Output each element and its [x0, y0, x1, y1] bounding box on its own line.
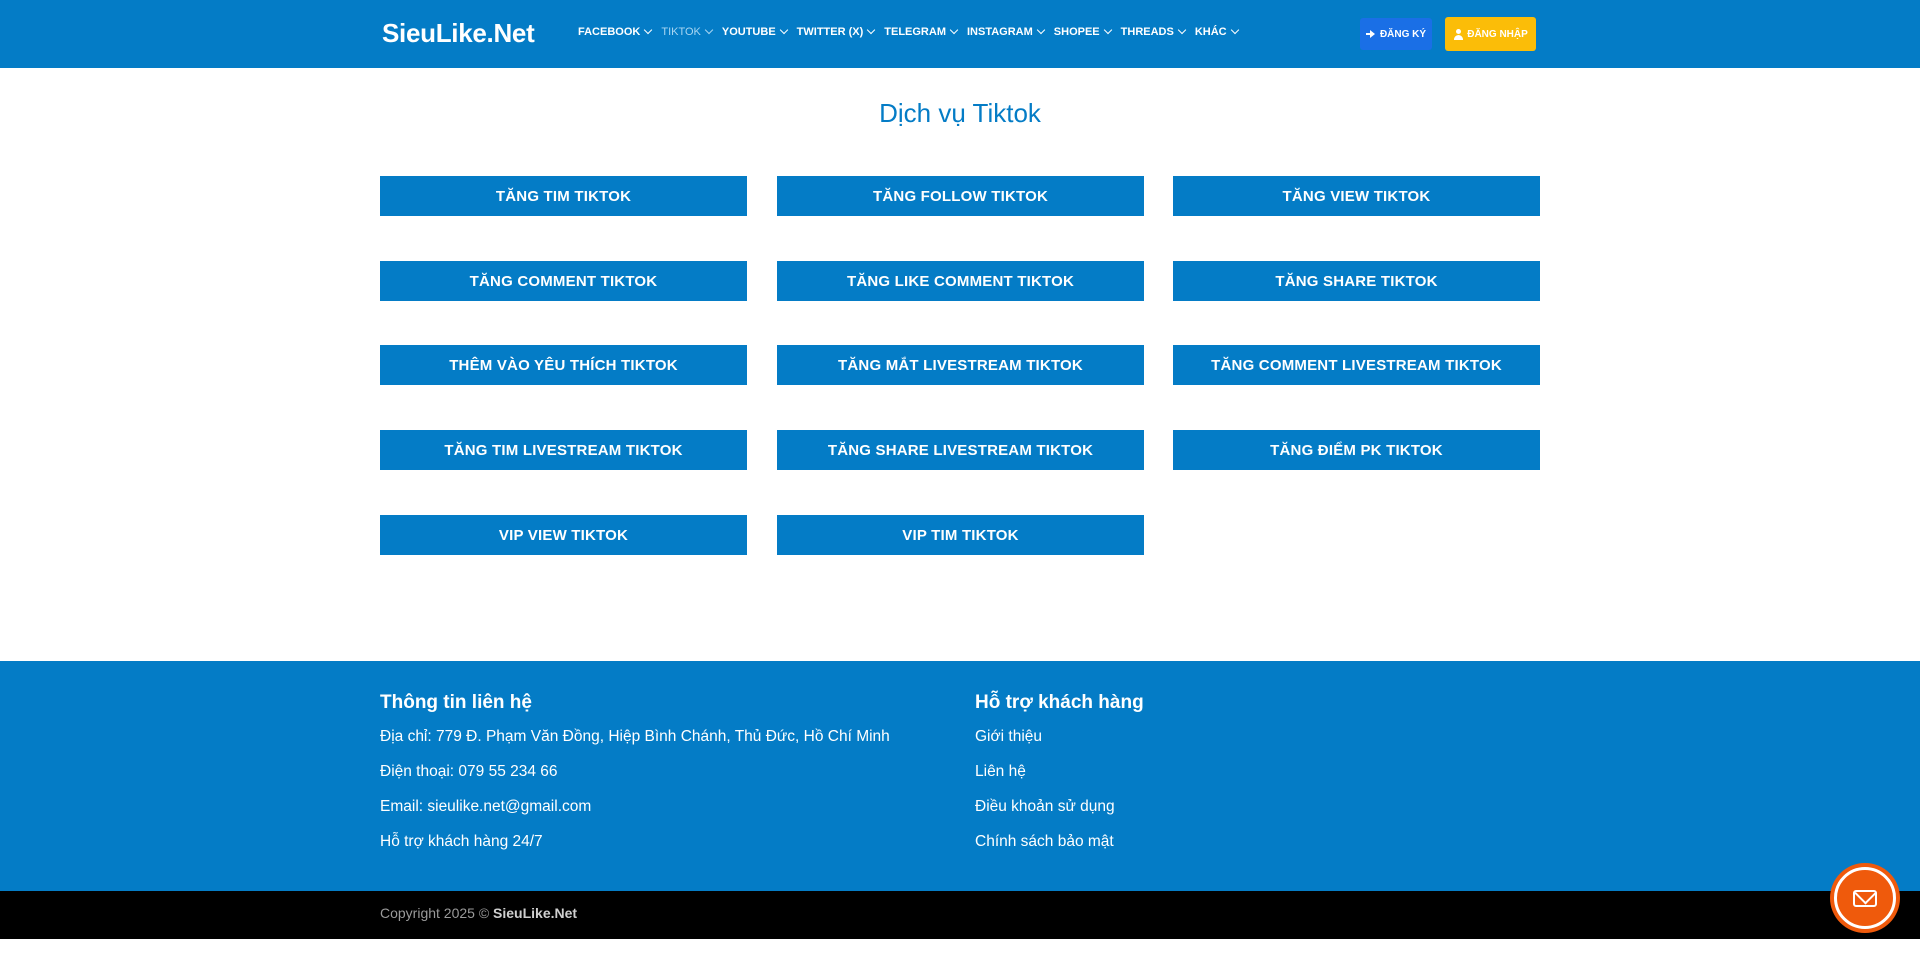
nav-item-twitter[interactable]: TWITTER (X) [796, 25, 876, 38]
service-button[interactable]: TĂNG VIEW TIKTOK [1173, 176, 1540, 216]
chat-button[interactable] [1830, 863, 1900, 933]
chevron-down-icon [1177, 25, 1187, 35]
service-button[interactable]: TĂNG TIM TIKTOK [380, 176, 747, 216]
mail-icon [1853, 889, 1877, 907]
service-button[interactable]: THÊM VÀO YÊU THÍCH TIKTOK [380, 345, 747, 385]
sign-in-icon [1365, 29, 1377, 39]
footer-link-terms[interactable]: Điều khoản sử dụng [975, 798, 1115, 816]
nav-item-telegram[interactable]: TELEGRAM [884, 25, 959, 38]
chevron-down-icon [949, 25, 959, 35]
contact-email: Email: sieulike.net@gmail.com [380, 798, 592, 815]
nav-item-label: SHOPEE [1053, 26, 1100, 38]
footer-link-about[interactable]: Giới thiệu [975, 728, 1042, 746]
service-button[interactable]: TĂNG LIKE COMMENT TIKTOK [777, 261, 1144, 301]
nav-item-youtube[interactable]: YOUTUBE [721, 25, 788, 38]
service-button[interactable]: TĂNG COMMENT TIKTOK [380, 261, 747, 301]
copyright-text: Copyright 2025 © SieuLike.Net [380, 905, 577, 921]
nav-item-label: TIKTOK [661, 26, 701, 38]
support-heading: Hỗ trợ khách hàng [975, 692, 1144, 713]
service-button[interactable]: TĂNG SHARE LIVESTREAM TIKTOK [777, 430, 1144, 470]
chevron-down-icon [867, 25, 876, 35]
nav-item-shopee[interactable]: SHOPEE [1053, 25, 1112, 38]
nav-item-label: FACEBOOK [578, 26, 641, 38]
register-button[interactable]: ĐĂNG KÝ [1360, 18, 1432, 50]
service-button[interactable]: VIP TIM TIKTOK [777, 515, 1144, 555]
service-button[interactable]: TĂNG SHARE TIKTOK [1173, 261, 1540, 301]
contact-support-hours: Hỗ trợ khách hàng 24/7 [380, 833, 543, 850]
footer-link-privacy[interactable]: Chính sách bảo mật [975, 833, 1114, 851]
contact-phone: Điện thoại: 079 55 234 66 [380, 763, 558, 780]
nav-item-label: TELEGRAM [884, 26, 946, 38]
nav-item-instagram[interactable]: INSTAGRAM [967, 25, 1046, 38]
service-button[interactable]: TĂNG COMMENT LIVESTREAM TIKTOK [1173, 345, 1540, 385]
nav-item-label: THREADS [1120, 26, 1174, 38]
nav-item-facebook[interactable]: FACEBOOK [578, 25, 653, 38]
nav-item-label: TWITTER (X) [796, 26, 864, 38]
service-button[interactable]: TĂNG ĐIỂM PK TIKTOK [1173, 430, 1540, 470]
footer-link-contact[interactable]: Liên hệ [975, 763, 1026, 781]
chevron-down-icon [1103, 25, 1112, 35]
site-logo[interactable]: SieuLike.Net [382, 18, 535, 49]
chevron-down-icon [704, 25, 714, 35]
copyright-brand[interactable]: SieuLike.Net [493, 905, 577, 921]
copyright-prefix: Copyright 2025 © [380, 905, 490, 921]
register-label: ĐĂNG KÝ [1379, 28, 1427, 40]
chevron-down-icon [644, 25, 653, 35]
nav-item-tiktok[interactable]: TIKTOK [661, 25, 714, 38]
nav-item-other[interactable]: KHÁC [1194, 25, 1239, 38]
chevron-down-icon [779, 25, 788, 35]
nav-item-label: YOUTUBE [721, 26, 776, 38]
page-title: Dịch vụ Tiktok [879, 98, 1041, 128]
login-label: ĐĂNG NHẬP [1467, 28, 1528, 40]
login-button[interactable]: ĐĂNG NHẬP [1445, 17, 1536, 51]
contact-address: Địa chỉ: 779 Đ. Phạm Văn Đồng, Hiệp Bình… [380, 728, 890, 745]
nav-item-threads[interactable]: THREADS [1120, 25, 1187, 38]
service-button[interactable]: TĂNG TIM LIVESTREAM TIKTOK [380, 430, 747, 470]
nav-item-label: INSTAGRAM [967, 26, 1033, 38]
service-button[interactable]: VIP VIEW TIKTOK [380, 515, 747, 555]
main-nav: FACEBOOK TIKTOK YOUTUBE TWITTER (X) TELE… [578, 25, 1248, 38]
chevron-down-icon [1036, 25, 1046, 35]
service-button[interactable]: TĂNG FOLLOW TIKTOK [777, 176, 1144, 216]
copyright-bar: Copyright 2025 © SieuLike.Net [0, 891, 1920, 939]
user-icon [1453, 28, 1464, 40]
site-footer: Thông tin liên hệ Địa chỉ: 779 Đ. Phạm V… [0, 661, 1920, 891]
contact-heading: Thông tin liên hệ [380, 692, 532, 713]
chevron-down-icon [1230, 25, 1239, 35]
chat-button-ring [1834, 867, 1896, 929]
nav-item-label: KHÁC [1194, 26, 1227, 38]
service-button[interactable]: TĂNG MẮT LIVESTREAM TIKTOK [777, 345, 1144, 385]
site-header: SieuLike.Net FACEBOOK TIKTOK YOUTUBE TWI… [0, 0, 1920, 68]
